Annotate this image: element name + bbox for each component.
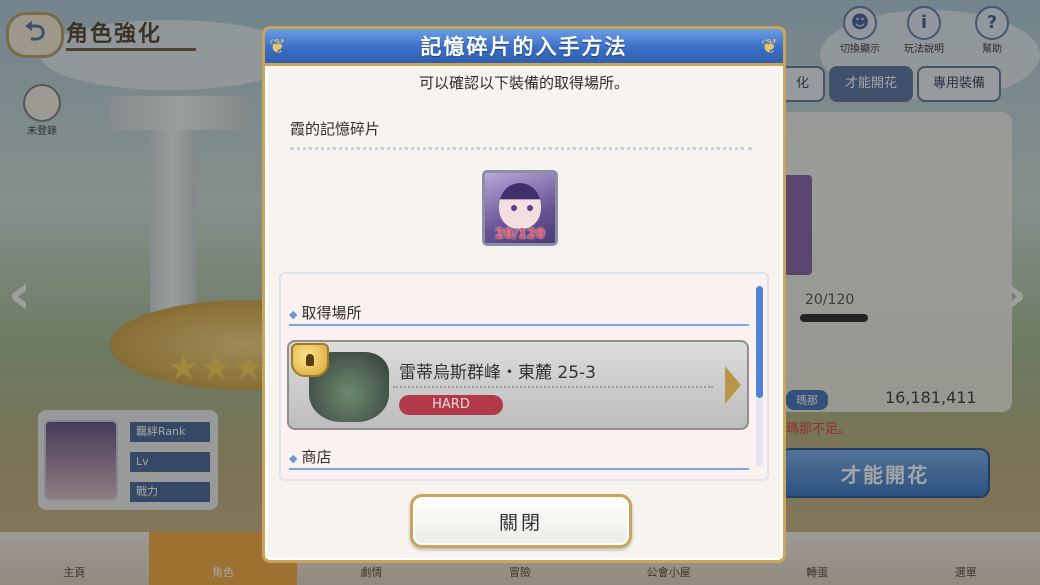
acquire-section-label: 取得場所 bbox=[301, 304, 362, 322]
difficulty-badge: HARD bbox=[399, 395, 503, 415]
memory-shard-icon: 20/120 bbox=[482, 170, 558, 246]
modal-subtitle: 可以確認以下裝備的取得場所。 bbox=[418, 74, 629, 92]
shop-section-header: ◆ 商店 bbox=[289, 446, 331, 467]
shop-section-label: 商店 bbox=[301, 448, 332, 466]
location-divider bbox=[393, 386, 713, 388]
eye bbox=[511, 205, 517, 211]
go-arrow-icon[interactable] bbox=[725, 366, 741, 404]
location-name: 雷蒂烏斯群峰・東麓 25-3 bbox=[399, 363, 596, 383]
eye bbox=[527, 205, 533, 211]
acquire-section-header: ◆ 取得場所 bbox=[289, 302, 361, 323]
modal-title: 記憶碎片的入手方法 bbox=[420, 35, 628, 59]
acquisition-modal: ❦ ❦ 記憶碎片的入手方法 可以確認以下裝備的取得場所。 霞的記憶碎片 20/1… bbox=[262, 26, 786, 563]
location-row[interactable]: 雷蒂烏斯群峰・東麓 25-3 HARD bbox=[287, 340, 749, 430]
divider bbox=[290, 147, 752, 150]
item-name: 霞的記憶碎片 bbox=[290, 120, 381, 138]
section-underline bbox=[289, 324, 749, 326]
scrollbar-thumb[interactable] bbox=[756, 286, 763, 398]
diamond-bullet-icon: ◆ bbox=[289, 452, 298, 465]
diamond-bullet-icon: ◆ bbox=[289, 308, 298, 321]
character-face bbox=[499, 183, 541, 229]
section-underline bbox=[289, 468, 749, 470]
close-button[interactable]: 關閉 bbox=[410, 494, 632, 548]
heart-lock-icon bbox=[291, 343, 329, 377]
acquire-location-list[interactable]: ◆ 取得場所 雷蒂烏斯群峰・東麓 25-3 HARD ◆ 商店 bbox=[279, 272, 769, 481]
shard-count: 20/120 bbox=[495, 227, 545, 242]
modal-header: ❦ ❦ 記憶碎片的入手方法 bbox=[262, 26, 786, 66]
